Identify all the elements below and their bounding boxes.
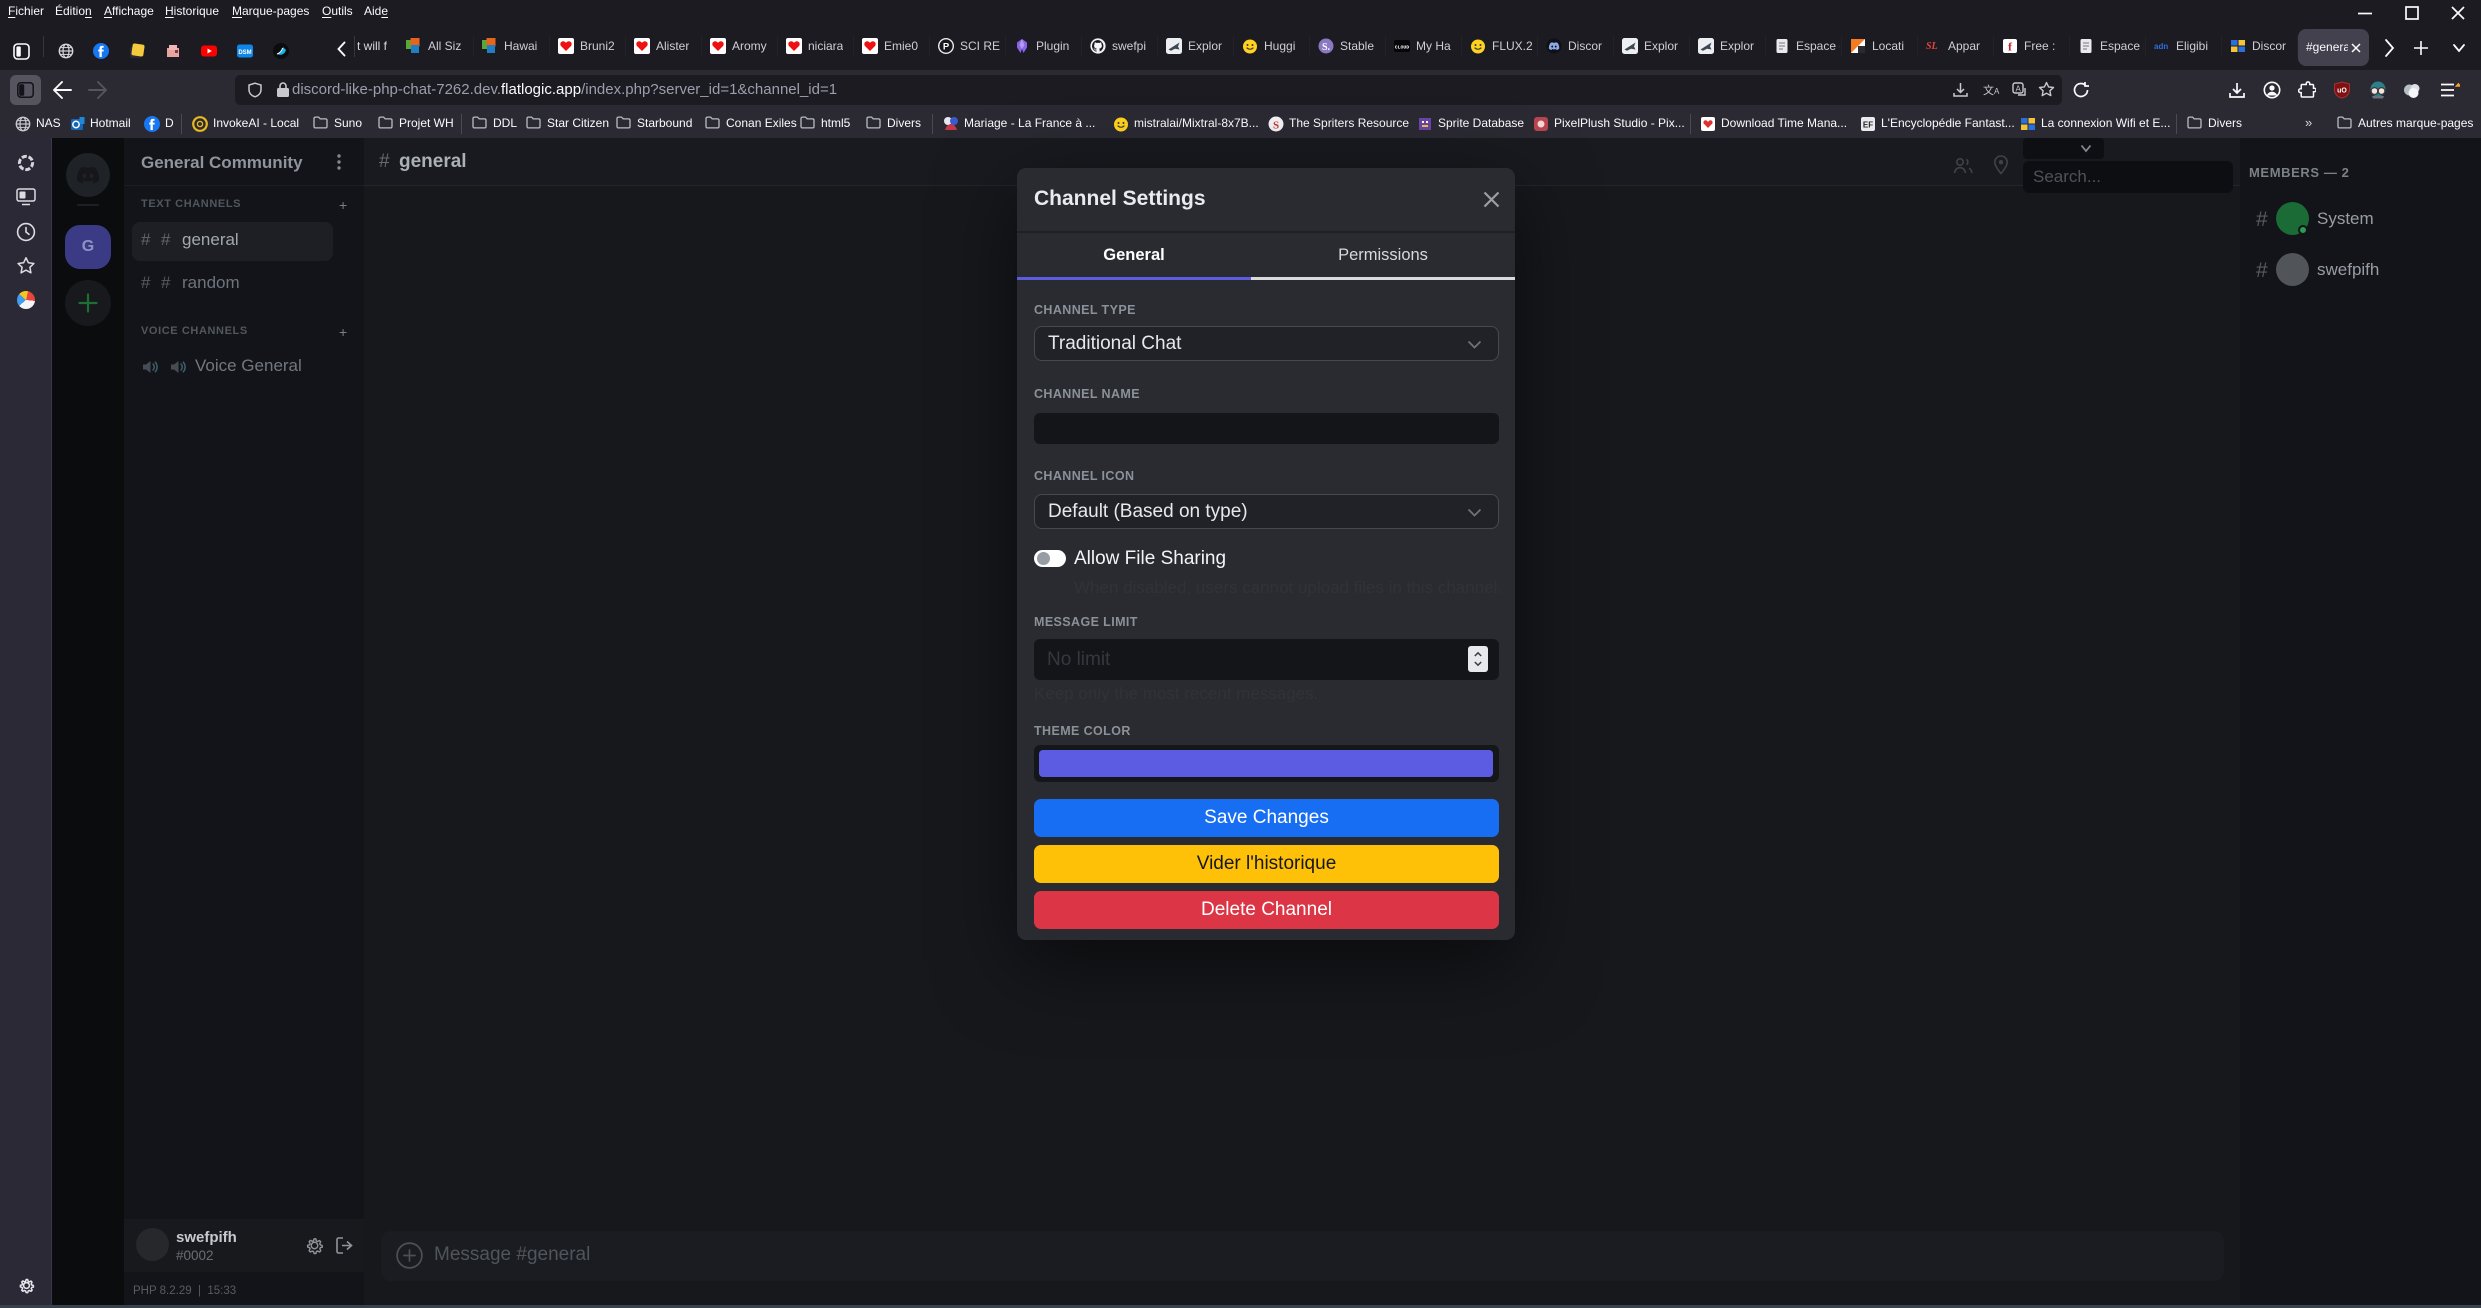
svg-text:P: P [943, 42, 950, 53]
svg-text:uO: uO [2337, 88, 2347, 95]
svg-text:文A: 文A [1983, 83, 2000, 97]
svg-text:A: A [2016, 85, 2022, 94]
svg-text:DSM: DSM [238, 50, 251, 56]
svg-text:S.: S. [1322, 42, 1331, 53]
svg-text:CLOUD: CLOUD [1395, 45, 1410, 51]
svg-text:S: S [1273, 120, 1279, 132]
svg-text:EF: EF [1863, 121, 1873, 130]
